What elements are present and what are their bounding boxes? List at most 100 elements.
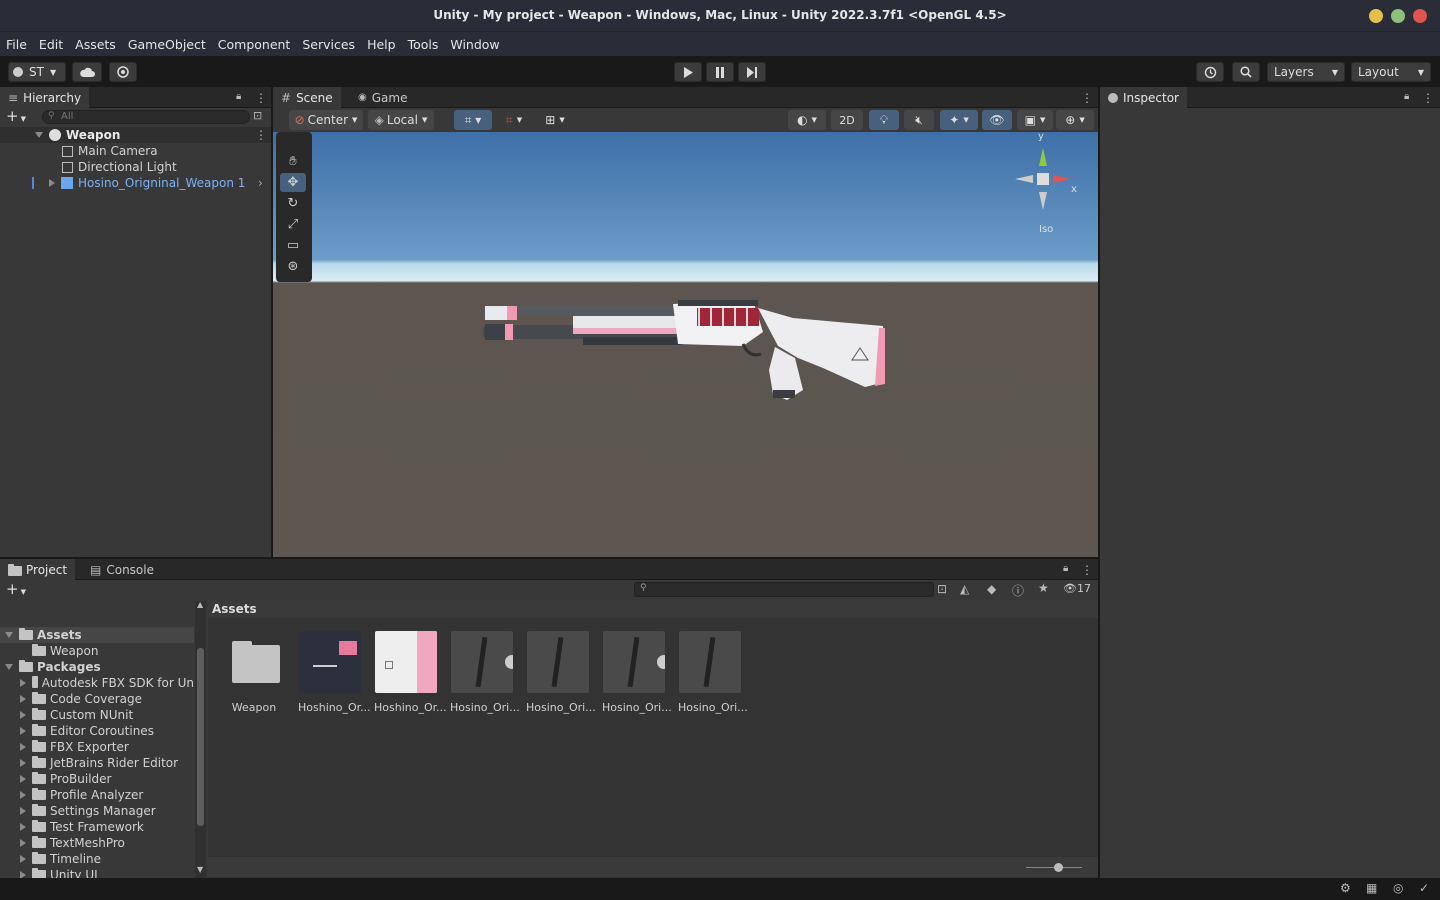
debug-icon[interactable]: ⚙ — [1340, 881, 1351, 895]
lock-icon[interactable]: 🔒︎ — [1404, 91, 1409, 102]
menu-services[interactable]: Services — [302, 37, 355, 52]
expand-icon[interactable] — [20, 775, 26, 783]
tree-item-package[interactable]: Custom NUnit — [0, 707, 194, 723]
hierarchy-item-selected[interactable]: Hosino_Origninal_Weapon 1 › — [0, 175, 271, 191]
cache-icon[interactable]: ▦ — [1366, 881, 1377, 895]
asset-item[interactable]: Hosino_Ori... — [526, 631, 596, 714]
scroll-thumb[interactable] — [197, 648, 204, 826]
close-button[interactable] — [1413, 9, 1427, 23]
expand-icon[interactable] — [20, 727, 26, 735]
expand-icon[interactable] — [20, 743, 26, 751]
chevron-right-icon[interactable]: › — [258, 176, 263, 190]
favorite-icon[interactable]: ★ — [1038, 581, 1049, 595]
menu-window[interactable]: Window — [450, 37, 499, 52]
hierarchy-item[interactable]: Directional Light — [0, 159, 271, 175]
lighting-toggle[interactable]: 💡︎ — [869, 110, 899, 130]
zoom-slider-thumb[interactable] — [1054, 863, 1063, 872]
tree-item-packages[interactable]: Packages — [0, 659, 194, 675]
add-button[interactable]: + ▼ — [6, 108, 26, 127]
tree-item-package[interactable]: Editor Coroutines — [0, 723, 194, 739]
tab-game[interactable]: ◉ Game — [350, 87, 415, 108]
draw-mode-dropdown[interactable]: ◐ ▼ — [788, 110, 826, 130]
tree-scrollbar[interactable]: ▲ ▼ — [195, 601, 206, 878]
minimize-button[interactable] — [1369, 9, 1383, 23]
tree-item-package[interactable]: Test Framework — [0, 819, 194, 835]
expand-icon[interactable] — [49, 179, 55, 187]
expand-icon[interactable] — [20, 759, 26, 767]
more-options-icon[interactable]: ⋮ — [1081, 91, 1093, 105]
expand-icon[interactable] — [5, 632, 13, 638]
rotate-tool[interactable]: ↻ — [280, 194, 306, 213]
expand-icon[interactable] — [35, 132, 43, 138]
menu-gameobject[interactable]: GameObject — [128, 37, 206, 52]
tree-item-package[interactable]: Code Coverage — [0, 691, 194, 707]
menu-assets[interactable]: Assets — [75, 37, 116, 52]
more-options-icon[interactable]: ⋮ — [1422, 91, 1434, 105]
filter-type-icon[interactable]: ◭ — [960, 582, 969, 596]
expand-icon[interactable] — [20, 791, 26, 799]
grid-snap-button[interactable]: ⌗ ▾ — [454, 110, 492, 130]
search-button[interactable] — [1232, 62, 1260, 82]
account-dropdown[interactable]: ST ▼ — [8, 62, 66, 82]
expand-icon[interactable] — [20, 855, 26, 863]
more-options-icon[interactable]: ⋮ — [255, 128, 267, 142]
project-search-input[interactable]: ⚲ — [634, 582, 934, 597]
tree-item-package[interactable]: Profile Analyzer — [0, 787, 194, 803]
camera-dropdown[interactable]: ▣ ▼ — [1017, 110, 1053, 130]
asset-item[interactable]: Hosino_Ori... — [602, 631, 672, 714]
menu-file[interactable]: File — [6, 37, 27, 52]
check-icon[interactable]: ✓ — [1419, 881, 1429, 895]
tree-item-package[interactable]: Settings Manager — [0, 803, 194, 819]
move-tool[interactable]: ✥ — [280, 173, 306, 192]
tree-item-package[interactable]: TextMeshPro — [0, 835, 194, 851]
menu-edit[interactable]: Edit — [39, 37, 63, 52]
expand-icon[interactable] — [5, 664, 13, 670]
tree-item-package[interactable]: FBX Exporter — [0, 739, 194, 755]
tree-item-assets[interactable]: Assets — [0, 627, 194, 643]
tree-item-weapon[interactable]: Weapon — [0, 643, 194, 659]
play-button[interactable] — [674, 62, 702, 82]
tree-item-package[interactable]: Timeline — [0, 851, 194, 867]
tab-hierarchy[interactable]: ≡ Hierarchy — [0, 87, 90, 108]
increment-snap-button[interactable]: ⊞ ▼ — [537, 110, 573, 130]
expand-icon[interactable] — [20, 711, 26, 719]
tab-scene[interactable]: # Scene — [273, 87, 341, 108]
search-scope-icon[interactable]: ⊡ — [937, 582, 947, 596]
more-options-icon[interactable]: ⋮ — [1081, 563, 1093, 577]
expand-icon[interactable] — [20, 823, 26, 831]
toggle-2d-button[interactable]: 2D — [831, 110, 863, 130]
scene-row[interactable]: Weapon ⋮ — [0, 127, 271, 143]
expand-icon[interactable] — [20, 807, 26, 815]
grid-visibility-button[interactable]: ⌗ ▼ — [496, 110, 532, 130]
asset-item[interactable]: Hoshino_Or... — [298, 631, 371, 714]
menu-help[interactable]: Help — [367, 37, 396, 52]
tree-item-package[interactable]: ProBuilder — [0, 771, 194, 787]
hidden-objects-toggle[interactable]: 👁︎ — [982, 110, 1012, 130]
scale-tool[interactable]: ⤢ — [280, 215, 306, 234]
tree-item-package[interactable]: JetBrains Rider Editor — [0, 755, 194, 771]
tree-item-package[interactable]: Unity UI — [0, 867, 194, 878]
tree-item-package[interactable]: Autodesk FBX SDK for Un — [0, 675, 194, 691]
space-dropdown[interactable]: ◈ Local ▼ — [368, 110, 434, 130]
effects-dropdown[interactable]: ✦ ▼ — [940, 110, 978, 130]
history-button[interactable] — [1196, 62, 1224, 82]
asset-item[interactable]: Weapon — [222, 631, 286, 714]
add-button[interactable]: + ▼ — [6, 581, 26, 600]
lock-icon[interactable]: 🔒︎ — [236, 91, 241, 102]
progress-icon[interactable]: ◎ — [1393, 881, 1403, 895]
cloud-button[interactable] — [72, 62, 102, 82]
hierarchy-search-input[interactable]: ⚲ All — [42, 110, 250, 124]
step-button[interactable] — [738, 62, 766, 82]
more-options-icon[interactable]: ⋮ — [255, 91, 267, 105]
layers-dropdown[interactable]: Layers ▼ — [1267, 62, 1345, 82]
tab-project[interactable]: Project — [0, 559, 76, 580]
audio-toggle[interactable]: 🔇︎ — [904, 110, 934, 130]
tab-inspector[interactable]: Inspector — [1100, 87, 1187, 108]
breadcrumb-assets[interactable]: Assets — [212, 602, 257, 616]
expand-icon[interactable] — [20, 695, 26, 703]
warning-filter-icon[interactable]: ⓘ — [1012, 582, 1024, 599]
layout-dropdown[interactable]: Layout ▼ — [1351, 62, 1431, 82]
maximize-button[interactable] — [1391, 9, 1405, 23]
rect-tool[interactable]: ▭ — [280, 236, 306, 255]
hierarchy-item[interactable]: Main Camera — [0, 143, 271, 159]
